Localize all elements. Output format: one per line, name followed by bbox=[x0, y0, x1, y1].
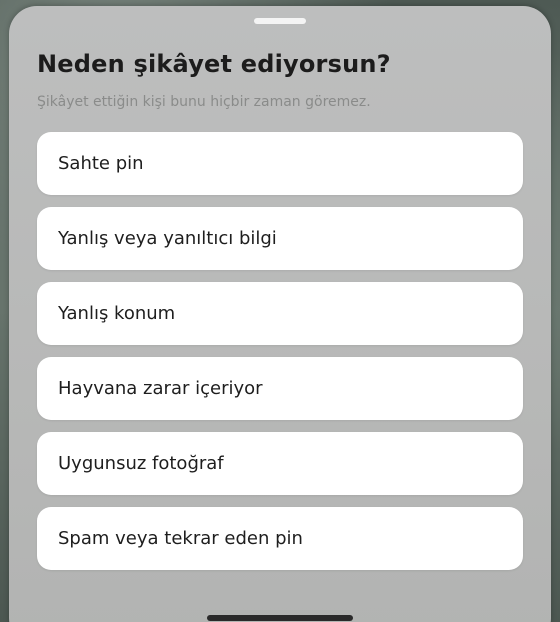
report-option-spam-duplicate[interactable]: Spam veya tekrar eden pin bbox=[37, 507, 523, 570]
report-option-wrong-location[interactable]: Yanlış konum bbox=[37, 282, 523, 345]
report-option-inappropriate-photo[interactable]: Uygunsuz fotoğraf bbox=[37, 432, 523, 495]
report-option-fake-pin[interactable]: Sahte pin bbox=[37, 132, 523, 195]
report-option-misleading-info[interactable]: Yanlış veya yanıltıcı bilgi bbox=[37, 207, 523, 270]
report-option-animal-harm[interactable]: Hayvana zarar içeriyor bbox=[37, 357, 523, 420]
sheet-drag-handle[interactable] bbox=[254, 18, 306, 24]
home-indicator[interactable] bbox=[207, 615, 353, 621]
sheet-title: Neden şikâyet ediyorsun? bbox=[37, 50, 391, 78]
sheet-subtitle: Şikâyet ettiğin kişi bunu hiçbir zaman g… bbox=[37, 94, 371, 110]
report-bottom-sheet: Neden şikâyet ediyorsun? Şikâyet ettiğin… bbox=[9, 6, 551, 622]
report-reason-list: Sahte pin Yanlış veya yanıltıcı bilgi Ya… bbox=[37, 132, 523, 570]
